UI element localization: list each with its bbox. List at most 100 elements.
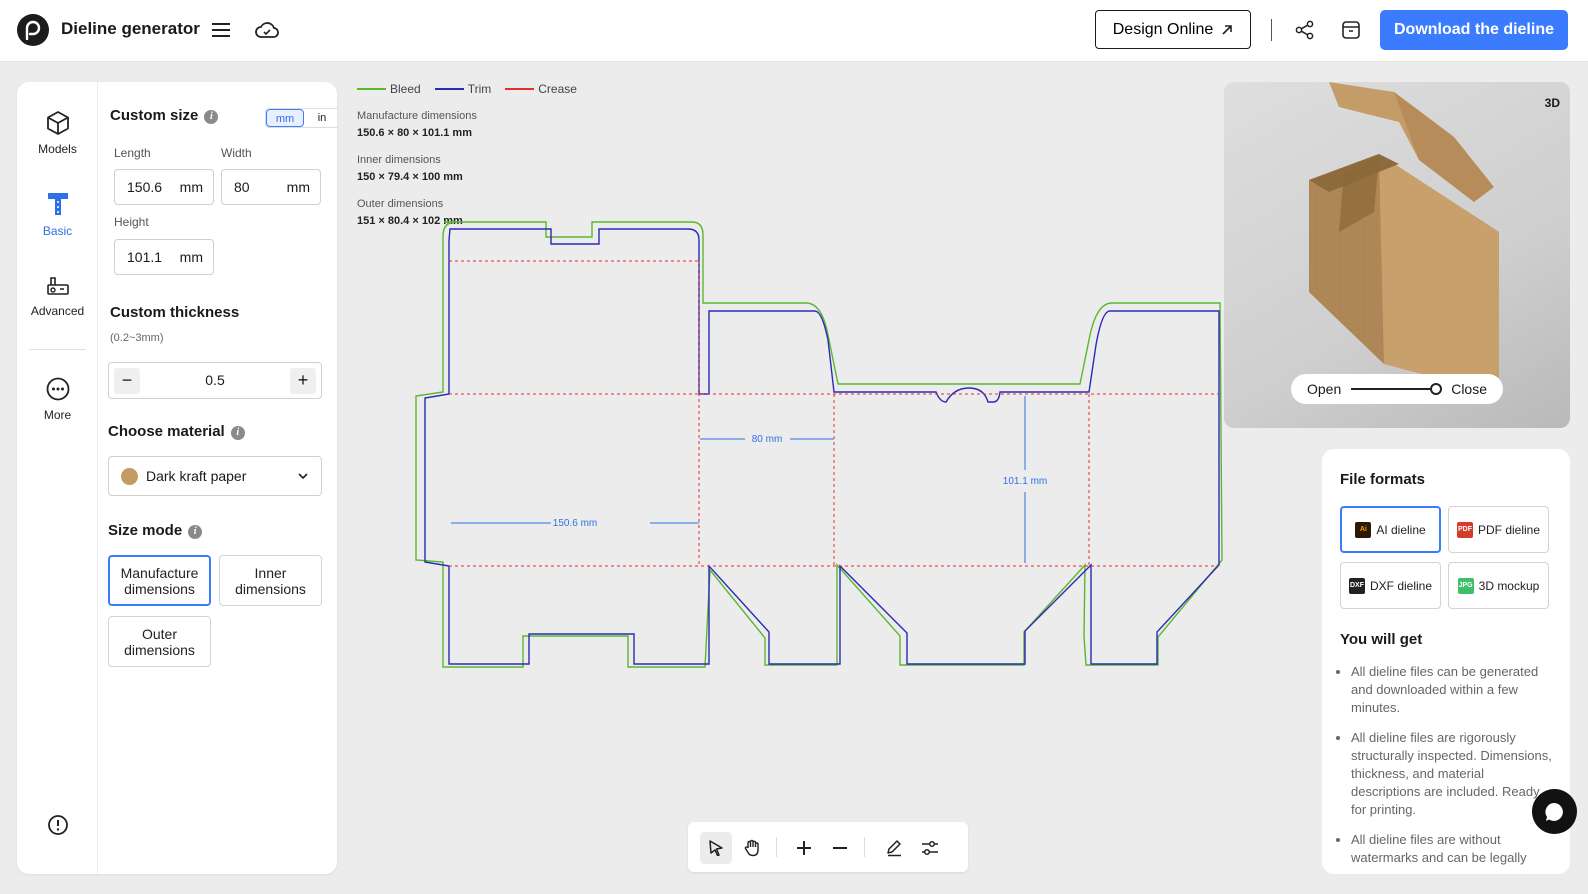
app-logo[interactable] xyxy=(17,14,49,46)
height-field[interactable]: 101.1 mm xyxy=(114,239,214,275)
download-dieline-button[interactable]: Download the dieline xyxy=(1380,10,1568,50)
legend-trim: Trim xyxy=(434,82,491,96)
size-mode-heading: Size mode i xyxy=(108,522,203,539)
thickness-stepper: − 0.5 + xyxy=(108,362,322,399)
hand-tool-icon[interactable] xyxy=(736,832,768,864)
legend-bleed-label: Bleed xyxy=(390,82,421,96)
unit-mm-option[interactable]: mm xyxy=(266,109,304,127)
slider-knob[interactable] xyxy=(1430,383,1442,395)
format-ai-label: AI dieline xyxy=(1376,522,1426,537)
length-field[interactable]: 150.6 mm xyxy=(114,169,214,205)
format-pdf-label: PDF dieline xyxy=(1477,522,1541,537)
open-label: Open xyxy=(1307,381,1342,397)
crease-swatch xyxy=(505,88,535,90)
cloud-icon[interactable] xyxy=(253,16,281,44)
external-arrow-icon xyxy=(1222,24,1233,35)
manufacture-dims-value: 150.6 × 80 × 101.1 mm xyxy=(357,127,472,139)
width-field[interactable]: 80 mm xyxy=(221,169,321,205)
material-select[interactable]: Dark kraft paper xyxy=(108,456,322,496)
mode-inner-button[interactable]: Inner dimensions xyxy=(219,555,322,606)
format-pdf-button[interactable]: PDF PDF dieline xyxy=(1448,506,1549,553)
length-unit: mm xyxy=(179,179,203,195)
rail-item-advanced[interactable]: Advanced xyxy=(17,274,98,318)
format-3d-mockup-button[interactable]: JPG 3D mockup xyxy=(1448,562,1549,609)
length-value: 150.6 xyxy=(127,179,163,195)
manufacture-dims: Manufacture dimensions 150.6 × 80 × 101.… xyxy=(357,108,477,142)
mode-outer-button[interactable]: Outer dimensions xyxy=(108,616,211,667)
top-bar: Dieline generator Design Online Download… xyxy=(0,0,1588,62)
legend-crease: Crease xyxy=(505,82,577,96)
3d-view-icon[interactable]: 3D xyxy=(1545,96,1560,110)
length-label: Length xyxy=(114,146,151,160)
annotate-pen-icon[interactable] xyxy=(878,832,910,864)
info-icon[interactable]: i xyxy=(204,110,219,124)
rail-label-models: Models xyxy=(38,142,77,156)
increase-thickness-button[interactable]: + xyxy=(290,368,316,394)
zoom-in-icon[interactable] xyxy=(788,832,820,864)
chat-bubble-icon[interactable] xyxy=(1532,789,1577,834)
share-icon[interactable] xyxy=(1291,16,1319,44)
line-legend: Bleed Trim Crease xyxy=(357,82,577,96)
pdf-file-icon: PDF xyxy=(1456,521,1473,538)
width-unit: mm xyxy=(286,179,310,195)
size-mode-title: Size mode xyxy=(108,522,183,539)
settings-sliders-icon[interactable] xyxy=(914,832,946,864)
height-dimension-label: 101.1 mm xyxy=(1003,476,1047,487)
unit-toggle: mm in xyxy=(265,108,337,128)
width-label: Width xyxy=(221,146,252,160)
dimension-markers xyxy=(451,396,1026,563)
material-heading: Choose material i xyxy=(108,423,245,440)
canvas-toolbar xyxy=(688,822,968,872)
width-value: 80 xyxy=(234,179,250,195)
length-dimension-label: 150.6 mm xyxy=(553,518,597,529)
select-tool-icon[interactable] xyxy=(700,832,732,864)
rail-label-basic: Basic xyxy=(42,224,73,238)
archive-box-icon[interactable] xyxy=(1337,16,1365,44)
info-alert-icon[interactable] xyxy=(17,814,98,842)
design-online-label: Design Online xyxy=(1112,20,1214,38)
thickness-hint: (0.2~3mm) xyxy=(110,332,164,344)
format-dxf-button[interactable]: DXF DXF dieline xyxy=(1340,562,1441,609)
rail-label-advanced: Advanced xyxy=(30,304,85,318)
info-icon[interactable]: i xyxy=(188,525,203,539)
ruler-icon xyxy=(47,193,68,215)
format-ai-button[interactable]: Ai AI dieline xyxy=(1340,506,1441,553)
trim-outline[interactable] xyxy=(424,228,1220,665)
open-close-slider[interactable]: Open Close xyxy=(1291,374,1503,404)
inner-dims-value: 150 × 79.4 × 100 mm xyxy=(357,171,463,183)
dieline-drawing: 150.6 mm 80 mm 101.1 mm xyxy=(415,221,1223,668)
unit-in-option[interactable]: in xyxy=(304,109,337,127)
inner-dims: Inner dimensions 150 × 79.4 × 100 mm xyxy=(357,152,463,186)
rail-divider xyxy=(29,349,86,350)
close-label: Close xyxy=(1451,381,1487,397)
material-value: Dark kraft paper xyxy=(146,468,247,484)
rail-item-models[interactable]: Models xyxy=(17,110,98,156)
legend-crease-label: Crease xyxy=(538,82,577,96)
ai-file-icon: Ai xyxy=(1355,521,1372,538)
benefit-item: All dieline files can be generated and d… xyxy=(1351,663,1556,717)
zoom-out-icon[interactable] xyxy=(824,832,856,864)
dxf-file-icon: DXF xyxy=(1348,577,1365,594)
design-online-button[interactable]: Design Online xyxy=(1095,10,1251,49)
slider-track[interactable] xyxy=(1351,388,1433,390)
file-formats-title: File formats xyxy=(1340,471,1426,488)
rail-item-more[interactable]: More xyxy=(17,376,98,422)
toolbar-divider xyxy=(776,837,777,857)
you-will-get-title: You will get xyxy=(1340,631,1423,648)
bleed-swatch xyxy=(357,88,386,90)
height-label: Height xyxy=(114,215,149,229)
bleed-outline xyxy=(415,221,1223,668)
rail-item-basic[interactable]: Basic xyxy=(17,190,98,238)
benefit-item: All dieline files are without watermarks… xyxy=(1351,831,1556,867)
3d-preview[interactable]: 3D Open Close xyxy=(1224,82,1570,428)
thickness-title: Custom thickness xyxy=(110,304,240,321)
height-value: 101.1 xyxy=(127,249,163,265)
info-icon[interactable]: i xyxy=(230,426,245,440)
mode-manufacture-button[interactable]: Manufacture dimensions xyxy=(108,555,211,606)
format-3d-mockup-label: 3D mockup xyxy=(1478,578,1540,593)
menu-icon[interactable] xyxy=(207,16,235,44)
more-icon xyxy=(46,377,69,401)
benefit-item: All dieline files are rigorously structu… xyxy=(1351,729,1556,819)
rail-label-more: More xyxy=(43,408,72,422)
inner-dims-label: Inner dimensions xyxy=(357,154,441,166)
